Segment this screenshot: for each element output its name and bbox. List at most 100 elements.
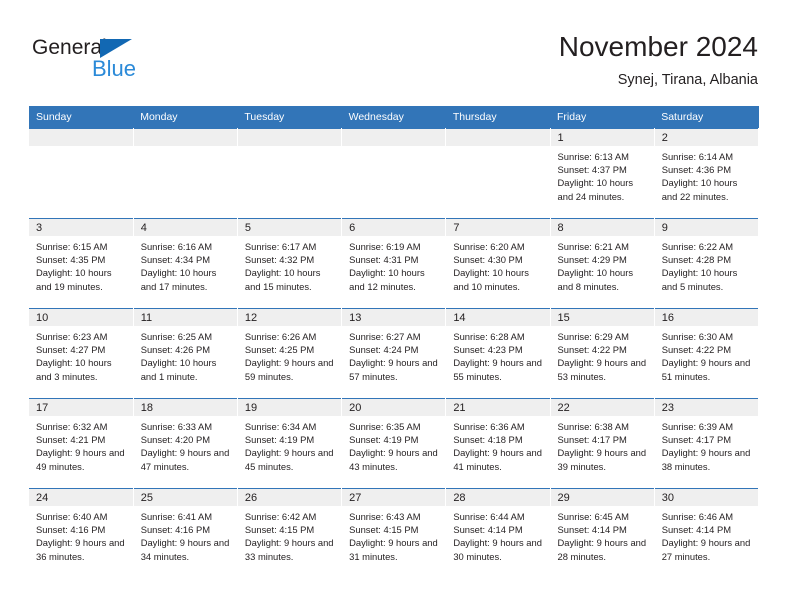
daylight-text: Daylight: 9 hours and 30 minutes. (453, 537, 542, 562)
day-details: Sunrise: 6:43 AM Sunset: 4:15 PM Daylight:… (342, 506, 445, 563)
daylight-text: Daylight: 9 hours and 55 minutes. (453, 357, 542, 382)
sunrise-text: Sunrise: 6:23 AM (36, 331, 108, 342)
generalblue-logo[interactable]: General Blue (32, 36, 232, 86)
calendar-day-cell[interactable]: 17 Sunrise: 6:32 AM Sunset: 4:21 PM Dayligh… (29, 398, 134, 489)
calendar-day-cell[interactable]: 15 Sunrise: 6:29 AM Sunset: 4:22 PM Dayligh… (550, 308, 655, 399)
day-details: Sunrise: 6:44 AM Sunset: 4:14 PM Daylight:… (446, 506, 549, 563)
sunrise-text: Sunrise: 6:36 AM (453, 421, 525, 432)
sunrise-text: Sunrise: 6:41 AM (140, 511, 213, 522)
calendar-day-cell[interactable]: 3 Sunrise: 6:15 AM Sunset: 4:35 PM Daylight… (29, 218, 134, 309)
calendar-week-row: 10 Sunrise: 6:23 AM Sunset: 4:27 PM Dayligh… (29, 308, 760, 399)
day-number: 27 (342, 489, 446, 506)
day-number: 3 (29, 219, 133, 236)
daylight-text: Daylight: 9 hours and 57 minutes. (349, 357, 438, 382)
calendar-day-cell[interactable]: 5 Sunrise: 6:17 AM Sunset: 4:32 PM Daylight… (237, 218, 343, 309)
day-details: Sunrise: 6:36 AM Sunset: 4:18 PM Daylight:… (446, 416, 549, 473)
calendar-day-cell[interactable]: 12 Sunrise: 6:26 AM Sunset: 4:25 PM Dayligh… (237, 308, 343, 399)
day-details: Sunrise: 6:29 AM Sunset: 4:22 PM Daylight:… (551, 326, 654, 383)
weekday-header-sunday: Sunday (29, 106, 134, 129)
calendar-day-cell[interactable]: 24 Sunrise: 6:40 AM Sunset: 4:16 PM Dayligh… (29, 488, 134, 579)
daylight-text: Daylight: 10 hours and 22 minutes. (661, 177, 738, 202)
sunrise-text: Sunrise: 6:34 AM (244, 421, 317, 432)
daylight-text: Daylight: 9 hours and 27 minutes. (661, 537, 751, 562)
sunset-text: Sunset: 4:26 PM (140, 344, 211, 356)
calendar-day-cell[interactable]: 30 Sunrise: 6:46 AM Sunset: 4:14 PM Dayligh… (654, 488, 760, 579)
day-details: Sunrise: 6:13 AM Sunset: 4:37 PM Daylight:… (551, 146, 654, 203)
day-details: Sunrise: 6:27 AM Sunset: 4:24 PM Daylight:… (342, 326, 445, 383)
sunset-text: Sunset: 4:27 PM (36, 344, 106, 356)
day-number (446, 129, 550, 146)
day-number: 10 (29, 309, 133, 326)
day-details: Sunrise: 6:42 AM Sunset: 4:15 PM Daylight:… (238, 506, 341, 563)
calendar-day-cell[interactable]: 20 Sunrise: 6:35 AM Sunset: 4:19 PM Dayligh… (341, 398, 447, 489)
day-details: Sunrise: 6:23 AM Sunset: 4:27 PM Daylight:… (29, 326, 133, 383)
calendar-day-cell[interactable]: 13 Sunrise: 6:27 AM Sunset: 4:24 PM Dayligh… (341, 308, 447, 399)
calendar-day-cell[interactable]: 4 Sunrise: 6:16 AM Sunset: 4:34 PM Daylight… (133, 218, 238, 309)
calendar-day-cell[interactable]: 7 Sunrise: 6:20 AM Sunset: 4:30 PM Daylight… (445, 218, 551, 309)
day-number: 2 (654, 129, 758, 146)
day-details: Sunrise: 6:21 AM Sunset: 4:29 PM Daylight:… (551, 236, 654, 293)
day-details: Sunrise: 6:28 AM Sunset: 4:23 PM Daylight:… (446, 326, 549, 383)
calendar-day-cell[interactable]: 18 Sunrise: 6:33 AM Sunset: 4:20 PM Dayligh… (133, 398, 238, 489)
calendar-day-cell[interactable]: 27 Sunrise: 6:43 AM Sunset: 4:15 PM Dayligh… (341, 488, 447, 579)
page-subtitle: Synej, Tirana, Albania (617, 72, 758, 88)
calendar-day-cell-empty (445, 128, 551, 219)
sunset-text: Sunset: 4:37 PM (557, 164, 627, 176)
calendar-day-cell[interactable]: 10 Sunrise: 6:23 AM Sunset: 4:27 PM Dayligh… (29, 308, 134, 399)
sunrise-text: Sunrise: 6:45 AM (557, 511, 629, 522)
calendar-day-cell[interactable]: 14 Sunrise: 6:28 AM Sunset: 4:23 PM Dayligh… (445, 308, 551, 399)
calendar-day-cell[interactable]: 21 Sunrise: 6:36 AM Sunset: 4:18 PM Dayligh… (445, 398, 551, 489)
day-number: 13 (342, 309, 446, 326)
weekday-header-wednesday: Wednesday (341, 106, 446, 129)
daylight-text: Daylight: 10 hours and 5 minutes. (661, 267, 738, 292)
calendar-day-cell[interactable]: 29 Sunrise: 6:45 AM Sunset: 4:14 PM Dayligh… (550, 488, 655, 579)
sunrise-text: Sunrise: 6:38 AM (557, 421, 629, 432)
calendar-day-cell[interactable]: 23 Sunrise: 6:39 AM Sunset: 4:17 PM Dayligh… (654, 398, 760, 489)
calendar-day-cell[interactable]: 26 Sunrise: 6:42 AM Sunset: 4:15 PM Dayligh… (237, 488, 343, 579)
daylight-text: Daylight: 9 hours and 28 minutes. (557, 537, 647, 562)
day-number: 16 (654, 309, 758, 326)
calendar-day-cell[interactable]: 6 Sunrise: 6:19 AM Sunset: 4:31 PM Daylight… (341, 218, 447, 309)
day-details: Sunrise: 6:17 AM Sunset: 4:32 PM Daylight:… (238, 236, 341, 293)
day-details: Sunrise: 6:25 AM Sunset: 4:26 PM Daylight:… (134, 326, 237, 383)
sunset-text: Sunset: 4:36 PM (661, 164, 732, 176)
sunset-text: Sunset: 4:25 PM (244, 344, 315, 356)
weekday-header-thursday: Thursday (445, 106, 551, 129)
calendar-day-cell[interactable]: 2 Sunrise: 6:14 AM Sunset: 4:36 PM Daylight… (654, 128, 760, 219)
daylight-text: Daylight: 9 hours and 41 minutes. (453, 447, 542, 472)
sunset-text: Sunset: 4:14 PM (453, 524, 523, 536)
daylight-text: Daylight: 10 hours and 19 minutes. (36, 267, 112, 292)
sunrise-text: Sunrise: 6:19 AM (349, 241, 421, 252)
day-number: 29 (550, 489, 654, 506)
daylight-text: Daylight: 10 hours and 3 minutes. (36, 357, 112, 382)
calendar-day-cell[interactable]: 8 Sunrise: 6:21 AM Sunset: 4:29 PM Daylight… (550, 218, 655, 309)
sunset-text: Sunset: 4:30 PM (453, 254, 523, 266)
logo-text-blue: Blue (92, 56, 137, 81)
calendar-day-cell-empty (341, 128, 447, 219)
calendar-day-cell[interactable]: 1 Sunrise: 6:13 AM Sunset: 4:37 PM Daylight… (550, 128, 655, 219)
sunset-text: Sunset: 4:17 PM (557, 434, 627, 446)
calendar-day-cell[interactable]: 16 Sunrise: 6:30 AM Sunset: 4:22 PM Dayligh… (654, 308, 760, 399)
sunset-text: Sunset: 4:20 PM (140, 434, 211, 446)
calendar-week-row: 1 Sunrise: 6:13 AM Sunset: 4:37 PM Daylight… (29, 128, 760, 219)
calendar-day-cell[interactable]: 22 Sunrise: 6:38 AM Sunset: 4:17 PM Dayligh… (550, 398, 655, 489)
calendar-day-cell[interactable]: 19 Sunrise: 6:34 AM Sunset: 4:19 PM Dayligh… (237, 398, 343, 489)
calendar-day-cell[interactable]: 11 Sunrise: 6:25 AM Sunset: 4:26 PM Dayligh… (133, 308, 238, 399)
day-number: 9 (654, 219, 758, 236)
sunrise-text: Sunrise: 6:15 AM (36, 241, 108, 252)
daylight-text: Daylight: 9 hours and 31 minutes. (349, 537, 438, 562)
daylight-text: Daylight: 10 hours and 8 minutes. (557, 267, 634, 292)
day-number: 4 (133, 219, 237, 236)
day-number: 21 (446, 399, 550, 416)
calendar-day-cell[interactable]: 28 Sunrise: 6:44 AM Sunset: 4:14 PM Dayligh… (445, 488, 551, 579)
sunset-text: Sunset: 4:19 PM (349, 434, 419, 446)
day-details: Sunrise: 6:35 AM Sunset: 4:19 PM Daylight:… (342, 416, 445, 473)
day-number: 20 (342, 399, 446, 416)
weekday-header-row: Sunday Monday Tuesday Wednesday Thursday Frid… (29, 106, 759, 129)
weekday-header-saturday: Saturday (654, 106, 759, 129)
day-number: 28 (446, 489, 550, 506)
sunrise-text: Sunrise: 6:29 AM (557, 331, 629, 342)
calendar-day-cell[interactable]: 25 Sunrise: 6:41 AM Sunset: 4:16 PM Dayligh… (133, 488, 238, 579)
calendar-day-cell[interactable]: 9 Sunrise: 6:22 AM Sunset: 4:28 PM Daylight… (654, 218, 760, 309)
daylight-text: Daylight: 9 hours and 43 minutes. (349, 447, 438, 472)
